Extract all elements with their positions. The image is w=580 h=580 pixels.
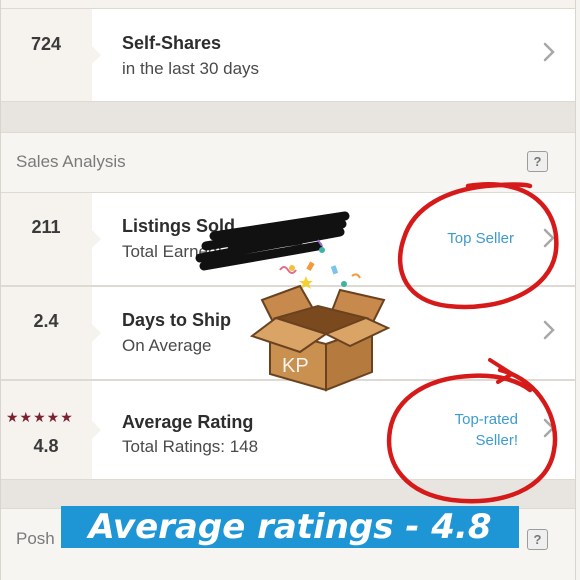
count-column	[0, 381, 92, 479]
rating-stars: ★★★★★	[6, 409, 74, 425]
posh-section-title: Posh	[16, 529, 55, 548]
days-to-ship-row[interactable]: 2.4 Days to Ship On Average	[0, 286, 576, 380]
frame-border-left	[0, 0, 1, 580]
top-spacer	[0, 0, 576, 8]
average-rating-title: Average Rating	[122, 412, 254, 432]
average-rating-value: 4.8	[33, 436, 59, 456]
average-rating-row[interactable]: 4.8 Average Rating Total Ratings: 148 To…	[0, 380, 576, 480]
count-column	[0, 9, 92, 101]
self-shares-title: Self-Shares	[122, 33, 222, 53]
self-shares-count: 724	[30, 34, 62, 54]
row-notch	[92, 324, 101, 342]
listings-sold-row[interactable]: 211 Listings Sold Total Earned: $ Top Se…	[0, 192, 576, 286]
self-shares-row[interactable]: 724 Self-Shares in the last 30 days	[0, 8, 576, 102]
top-rated-badge-line2: Seller!	[475, 432, 518, 449]
help-button[interactable]: ?	[527, 151, 548, 172]
chevron-right-icon[interactable]	[542, 319, 556, 341]
listings-sold-title: Listings Sold	[122, 216, 236, 236]
caption-banner: Average ratings - 4.8	[61, 506, 519, 548]
section-gap	[0, 102, 576, 132]
listings-sold-count: 211	[31, 217, 61, 237]
days-to-ship-title: Days to Ship	[122, 310, 232, 330]
chevron-right-icon[interactable]	[542, 417, 556, 439]
row-notch	[92, 421, 101, 439]
help-button[interactable]: ?	[527, 529, 548, 550]
chevron-right-icon[interactable]	[542, 227, 556, 249]
row-notch	[92, 230, 101, 248]
chevron-right-icon[interactable]	[542, 41, 556, 63]
total-ratings-label: Total Ratings: 148	[122, 437, 259, 456]
count-column	[0, 287, 92, 379]
top-rated-badge-line1: Top-rated	[454, 411, 518, 428]
self-shares-subtitle: in the last 30 days	[122, 59, 260, 78]
section-gap	[0, 480, 576, 508]
sales-analysis-header: Sales Analysis ?	[0, 132, 576, 192]
row-notch	[92, 46, 101, 64]
count-column	[0, 193, 92, 285]
days-to-ship-subtitle: On Average	[122, 336, 212, 355]
top-seller-badge: Top Seller	[447, 230, 514, 247]
total-earned-label: Total Earned: $	[122, 242, 237, 261]
sales-analysis-title: Sales Analysis	[16, 152, 126, 171]
seller-stats-screen: 724 Self-Shares in the last 30 days Sale…	[0, 0, 580, 580]
days-to-ship-value: 2.4	[33, 311, 59, 331]
frame-border-right	[575, 0, 576, 580]
